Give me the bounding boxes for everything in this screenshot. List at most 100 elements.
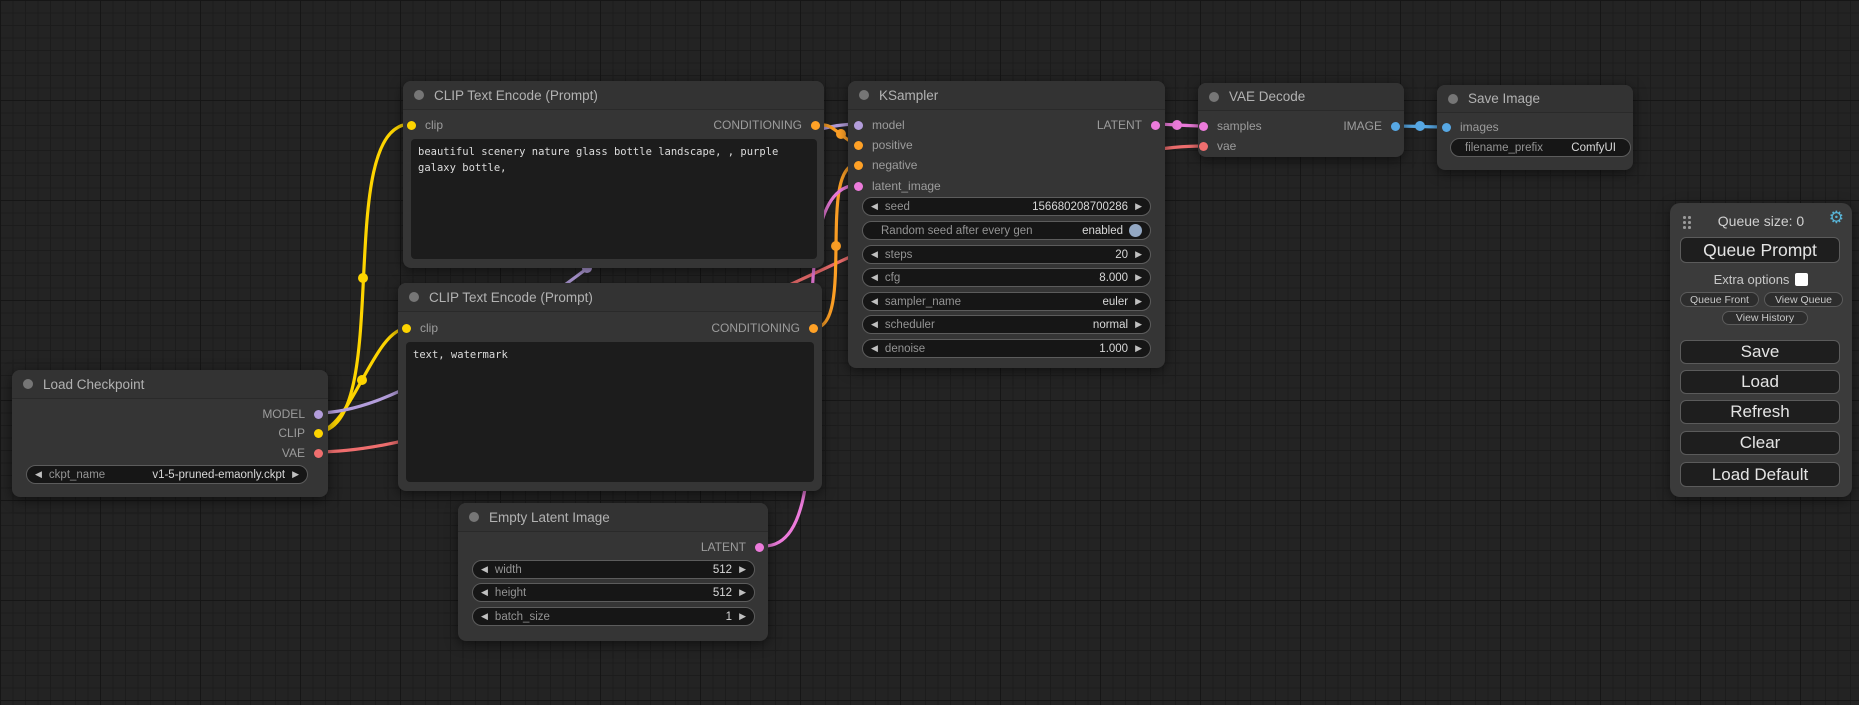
increment-arrow-icon[interactable]: ▶ <box>739 565 746 574</box>
port-image-output[interactable]: IMAGE <box>1343 119 1400 133</box>
collapse-dot-icon[interactable] <box>1209 92 1219 102</box>
node-save-image[interactable]: Save Image images filename_prefix ComfyU… <box>1437 85 1633 170</box>
decrement-arrow-icon[interactable]: ◀ <box>35 470 42 479</box>
latent-port-icon[interactable] <box>1151 121 1160 130</box>
save-button[interactable]: Save <box>1680 340 1840 364</box>
port-latent-output[interactable]: LATENT <box>1097 118 1160 132</box>
view-queue-button[interactable]: View Queue <box>1764 292 1843 307</box>
decrement-arrow-icon[interactable]: ◀ <box>481 565 488 574</box>
node-header[interactable]: Save Image <box>1437 85 1633 113</box>
decrement-arrow-icon[interactable]: ◀ <box>481 612 488 621</box>
decrement-arrow-icon[interactable]: ◀ <box>871 250 878 259</box>
port-clip-input[interactable]: clip <box>402 321 438 335</box>
port-positive-input[interactable]: positive <box>854 138 913 152</box>
vae-port-icon[interactable] <box>1199 142 1208 151</box>
increment-arrow-icon[interactable]: ▶ <box>739 588 746 597</box>
settings-gear-icon[interactable]: ⚙ <box>1829 208 1844 228</box>
queue-prompt-button[interactable]: Queue Prompt <box>1680 237 1840 263</box>
node-header[interactable]: KSampler <box>848 81 1165 110</box>
model-port-icon[interactable] <box>854 121 863 130</box>
extra-options-checkbox[interactable] <box>1795 273 1808 286</box>
node-load-checkpoint[interactable]: Load Checkpoint MODEL CLIP VAE ◀ ckpt_na… <box>12 370 328 497</box>
conditioning-port-icon[interactable] <box>854 161 863 170</box>
collapse-dot-icon[interactable] <box>414 90 424 100</box>
increment-arrow-icon[interactable]: ▶ <box>1135 344 1142 353</box>
port-latent-output[interactable]: LATENT <box>701 540 764 554</box>
steps-widget[interactable]: ◀ steps 20 ▶ <box>862 245 1151 264</box>
positive-prompt-textarea[interactable]: beautiful scenery nature glass bottle la… <box>411 139 817 259</box>
decrement-arrow-icon[interactable]: ◀ <box>481 588 488 597</box>
scheduler-widget[interactable]: ◀ scheduler normal ▶ <box>862 315 1151 334</box>
clip-port-icon[interactable] <box>402 324 411 333</box>
node-ksampler[interactable]: KSampler model positive negative latent_… <box>848 81 1165 368</box>
port-vae-output[interactable]: VAE <box>282 446 323 460</box>
port-clip-input[interactable]: clip <box>407 118 443 132</box>
node-clip-text-encode-positive[interactable]: CLIP Text Encode (Prompt) clip CONDITION… <box>403 81 824 268</box>
node-header[interactable]: CLIP Text Encode (Prompt) <box>403 81 824 110</box>
queue-front-button[interactable]: Queue Front <box>1680 292 1759 307</box>
clear-button[interactable]: Clear <box>1680 431 1840 455</box>
refresh-button[interactable]: Refresh <box>1680 400 1840 424</box>
filename-prefix-widget[interactable]: filename_prefix ComfyUI <box>1450 138 1631 157</box>
port-latent-image-input[interactable]: latent_image <box>854 179 941 193</box>
node-header[interactable]: Empty Latent Image <box>458 503 768 532</box>
increment-arrow-icon[interactable]: ▶ <box>739 612 746 621</box>
ckpt-name-widget[interactable]: ◀ ckpt_name v1-5-pruned-emaonly.ckpt ▶ <box>26 465 308 484</box>
comfyui-canvas[interactable]: Load Checkpoint MODEL CLIP VAE ◀ ckpt_na… <box>0 0 1859 705</box>
conditioning-port-icon[interactable] <box>811 121 820 130</box>
node-header[interactable]: VAE Decode <box>1198 83 1404 111</box>
decrement-arrow-icon[interactable]: ◀ <box>871 320 878 329</box>
height-widget[interactable]: ◀ height 512 ▶ <box>472 583 755 602</box>
seed-widget[interactable]: ◀ seed 156680208700286 ▶ <box>862 197 1151 216</box>
load-button[interactable]: Load <box>1680 370 1840 394</box>
negative-prompt-textarea[interactable]: text, watermark <box>406 342 814 482</box>
node-vae-decode[interactable]: VAE Decode samples vae IMAGE <box>1198 83 1404 157</box>
port-clip-output[interactable]: CLIP <box>278 426 323 440</box>
collapse-dot-icon[interactable] <box>469 512 479 522</box>
sampler-name-widget[interactable]: ◀ sampler_name euler ▶ <box>862 292 1151 311</box>
port-samples-input[interactable]: samples <box>1199 119 1262 133</box>
conditioning-port-icon[interactable] <box>809 324 818 333</box>
collapse-dot-icon[interactable] <box>1448 94 1458 104</box>
port-negative-input[interactable]: negative <box>854 158 917 172</box>
cfg-widget[interactable]: ◀ cfg 8.000 ▶ <box>862 268 1151 287</box>
view-history-button[interactable]: View History <box>1722 311 1808 325</box>
increment-arrow-icon[interactable]: ▶ <box>1135 250 1142 259</box>
denoise-widget[interactable]: ◀ denoise 1.000 ▶ <box>862 339 1151 358</box>
node-clip-text-encode-negative[interactable]: CLIP Text Encode (Prompt) clip CONDITION… <box>398 283 822 491</box>
clip-port-icon[interactable] <box>407 121 416 130</box>
node-header[interactable]: CLIP Text Encode (Prompt) <box>398 283 822 312</box>
decrement-arrow-icon[interactable]: ◀ <box>871 297 878 306</box>
width-widget[interactable]: ◀ width 512 ▶ <box>472 560 755 579</box>
latent-port-icon[interactable] <box>854 182 863 191</box>
collapse-dot-icon[interactable] <box>23 379 33 389</box>
clip-port-icon[interactable] <box>314 429 323 438</box>
latent-port-icon[interactable] <box>755 543 764 552</box>
latent-port-icon[interactable] <box>1199 122 1208 131</box>
collapse-dot-icon[interactable] <box>409 292 419 302</box>
port-model-output[interactable]: MODEL <box>262 407 323 421</box>
port-images-input[interactable]: images <box>1442 120 1499 134</box>
load-default-button[interactable]: Load Default <box>1680 462 1840 487</box>
port-conditioning-output[interactable]: CONDITIONING <box>713 118 820 132</box>
collapse-dot-icon[interactable] <box>859 90 869 100</box>
increment-arrow-icon[interactable]: ▶ <box>1135 320 1142 329</box>
image-port-icon[interactable] <box>1442 123 1451 132</box>
conditioning-port-icon[interactable] <box>854 141 863 150</box>
image-port-icon[interactable] <box>1391 122 1400 131</box>
port-model-input[interactable]: model <box>854 118 905 132</box>
increment-arrow-icon[interactable]: ▶ <box>1135 273 1142 282</box>
enabled-toggle-icon[interactable] <box>1129 224 1142 237</box>
increment-arrow-icon[interactable]: ▶ <box>292 470 299 479</box>
node-empty-latent-image[interactable]: Empty Latent Image LATENT ◀ width 512 ▶ … <box>458 503 768 641</box>
port-vae-input[interactable]: vae <box>1199 139 1236 153</box>
batch-size-widget[interactable]: ◀ batch_size 1 ▶ <box>472 607 755 626</box>
increment-arrow-icon[interactable]: ▶ <box>1135 297 1142 306</box>
node-header[interactable]: Load Checkpoint <box>12 370 328 399</box>
port-conditioning-output[interactable]: CONDITIONING <box>711 321 818 335</box>
vae-port-icon[interactable] <box>314 449 323 458</box>
decrement-arrow-icon[interactable]: ◀ <box>871 344 878 353</box>
model-port-icon[interactable] <box>314 410 323 419</box>
increment-arrow-icon[interactable]: ▶ <box>1135 202 1142 211</box>
random-seed-toggle-widget[interactable]: Random seed after every gen enabled <box>862 221 1151 240</box>
